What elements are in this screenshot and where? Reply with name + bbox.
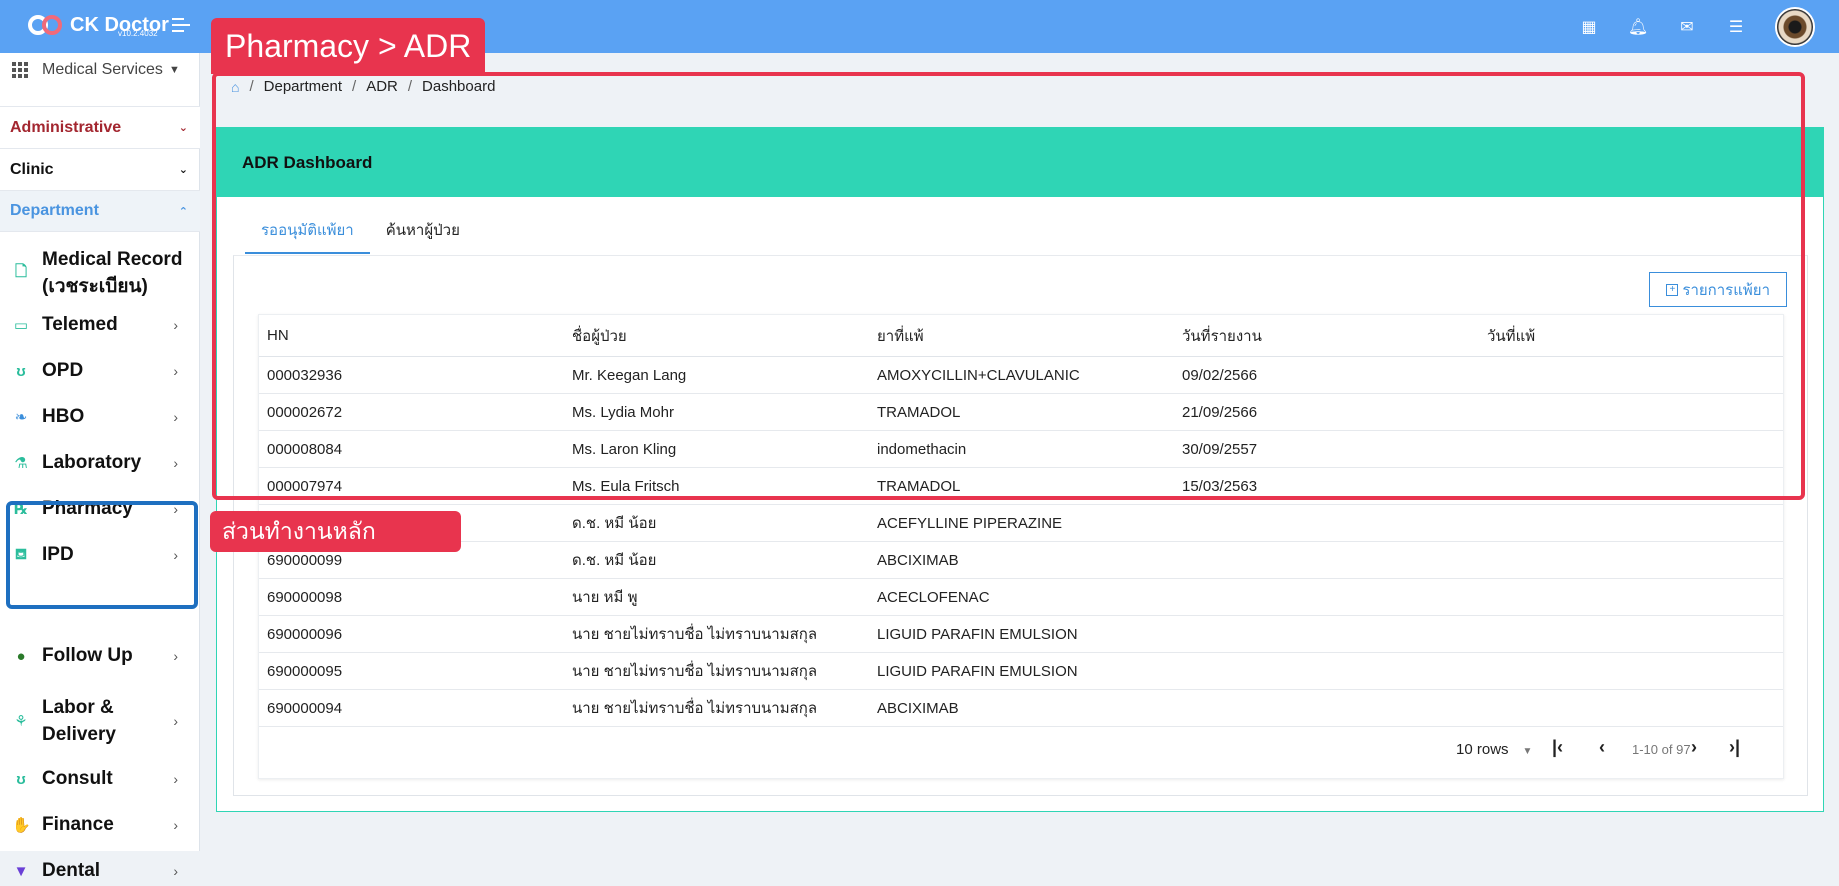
video-icon: ▭ (13, 317, 29, 334)
table-cell: นาย หมี พู (572, 589, 638, 606)
sidebar-item-labor-delivery[interactable]: ⚘ Labor & Delivery › (0, 693, 200, 749)
rows-per-page-select[interactable]: 10 rows ▼ (1456, 741, 1532, 758)
stethoscope-icon: ʊ (16, 362, 26, 380)
apps-grid-icon[interactable]: ▦ (1579, 17, 1599, 37)
sidebar-item-dental[interactable]: ▼ Dental › (0, 856, 200, 886)
sidebar-item-telemed[interactable]: ▭ Telemed › (0, 310, 200, 340)
table-cell: 690000094 (267, 699, 343, 717)
prev-page-icon[interactable]: ‹ (1599, 737, 1605, 758)
chevron-right-icon: › (173, 317, 178, 333)
table-cell: LIGUID PARAFIN EMULSION (877, 625, 1078, 643)
table-cell: 690000095 (267, 662, 343, 680)
section-label: Department (10, 202, 99, 219)
sidebar-item-label: Medical Record (เวชระเบียน) (42, 249, 183, 297)
chevron-right-icon: › (173, 713, 178, 729)
sidebar-item-opd[interactable]: ʊ OPD › (0, 356, 200, 386)
table-row[interactable]: 690000095 นาย ชายไม่ทราบชื่อ ไม่ทราบนามสก… (259, 653, 1783, 690)
file-icon: 🗋 (14, 262, 28, 280)
stethoscope-icon: ʊ (16, 770, 26, 788)
sidebar-item-follow-up[interactable]: ● Follow Up › (0, 645, 200, 667)
sidebar-item-label: HBO (42, 406, 85, 427)
annotation-pharmacy-box (6, 501, 198, 609)
sidebar-item-laboratory[interactable]: ⚗ Laboratory › (0, 448, 200, 478)
sidebar-item-label: Telemed (42, 314, 118, 335)
table-row[interactable]: ด.ช. หมี น้อย ACEFYLLINE PIPERAZINE (259, 505, 1783, 542)
table-cell: ABCIXIMAB (877, 551, 959, 569)
table-row[interactable]: 690000099 ด.ช. หมี น้อย ABCIXIMAB (259, 542, 1783, 579)
first-page-icon[interactable]: |‹ (1552, 737, 1563, 758)
section-department[interactable]: Department ⌃ (0, 190, 200, 232)
user-avatar[interactable] (1775, 6, 1815, 47)
last-page-icon[interactable]: ›| (1729, 737, 1740, 758)
annotation-title-label: Pharmacy > ADR (211, 18, 486, 74)
chevron-down-icon: ⌄ (178, 164, 188, 176)
hand-coin-icon: ✋ (12, 817, 31, 834)
chevron-right-icon: › (173, 863, 178, 879)
leaf-icon: ❧ (14, 409, 28, 426)
baby-icon: ⚘ (14, 713, 28, 730)
mail-icon[interactable]: ✉ (1677, 17, 1697, 37)
service-selector[interactable]: Medical Services ▼ (12, 61, 180, 79)
chevron-right-icon: › (173, 817, 178, 833)
sidebar-item-label: Follow Up (42, 645, 133, 666)
chevron-right-icon: › (173, 648, 178, 664)
microscope-icon: ⚗ (14, 455, 28, 472)
sidebar-item-label: Finance (42, 814, 114, 835)
bell-icon[interactable]: 🔔︎ (1628, 17, 1648, 37)
sidebar-item-label: Consult (42, 768, 113, 789)
table-cell: ACECLOFENAC (877, 588, 990, 606)
ck-logo-icon (28, 13, 64, 37)
service-selector-label: Medical Services (42, 61, 163, 78)
table-cell: 690000099 (267, 551, 343, 569)
table-cell: 690000096 (267, 625, 343, 643)
chevron-right-icon: › (173, 409, 178, 425)
sidebar-item-medical-record[interactable]: 🗋 Medical Record (เวชระเบียน) (0, 243, 200, 303)
section-administrative[interactable]: Administrative ⌄ (0, 106, 200, 148)
table-cell: นาย ชายไม่ทราบชื่อ ไม่ทราบนามสกุล (572, 626, 818, 643)
sidebar-item-hbo[interactable]: ❧ HBO › (0, 402, 200, 432)
sidebar-item-label: OPD (42, 360, 84, 381)
sidebar: Medical Services ▼ Administrative ⌄ Clin… (0, 53, 200, 881)
table-cell: 690000098 (267, 588, 343, 606)
sidebar-item-label: Laboratory (42, 452, 142, 473)
table-row[interactable]: 690000094 นาย ชายไม่ทราบชื่อ ไม่ทราบนามสก… (259, 690, 1783, 727)
sidebar-item-label: Labor & Delivery (42, 697, 116, 745)
table-cell: ACEFYLLINE PIPERAZINE (877, 514, 1063, 532)
table-cell: ABCIXIMAB (877, 699, 959, 717)
table-cell: นาย ชายไม่ทราบชื่อ ไม่ทราบนามสกุล (572, 663, 818, 680)
table-cell: ด.ช. หมี น้อย (572, 552, 657, 569)
apps-grid-icon (12, 62, 28, 78)
next-page-icon[interactable]: › (1691, 737, 1697, 758)
table-row[interactable]: 690000096 นาย ชายไม่ทราบชื่อ ไม่ทราบนามสก… (259, 616, 1783, 653)
chevron-right-icon: › (173, 455, 178, 471)
sidebar-item-label: Dental (42, 860, 101, 881)
annotation-main-area-label: ส่วนทำงานหลัก (210, 511, 461, 552)
table-cell: ด.ช. หมี น้อย (572, 515, 657, 532)
tooth-icon: ▼ (13, 862, 29, 880)
person-icon: ● (16, 647, 26, 665)
annotation-main-area-box (212, 72, 1805, 500)
sidebar-item-finance[interactable]: ✋ Finance › (0, 810, 200, 840)
table-cell: นาย ชายไม่ทราบชื่อ ไม่ทราบนามสกุล (572, 700, 818, 717)
section-label: Administrative (10, 118, 122, 136)
caret-down-icon: ▼ (1522, 746, 1533, 757)
caret-down-icon: ▼ (168, 64, 180, 76)
menu-toggle-icon[interactable] (172, 18, 190, 36)
section-clinic[interactable]: Clinic ⌄ (0, 148, 200, 190)
table-row[interactable]: 690000098 นาย หมี พู ACECLOFENAC (259, 579, 1783, 616)
sidebar-item-consult[interactable]: ʊ Consult › (0, 764, 200, 794)
pagination: 10 rows ▼ |‹ ‹ 1-10 of 97 › ›| (259, 725, 1783, 775)
chevron-up-icon: ⌃ (178, 205, 188, 218)
chevron-down-icon: ⌄ (178, 122, 188, 134)
section-label: Clinic (10, 160, 54, 178)
page-range: 1-10 of 97 (1632, 742, 1691, 757)
chevron-right-icon: › (173, 363, 178, 379)
table-cell: LIGUID PARAFIN EMULSION (877, 662, 1078, 680)
chevron-right-icon: › (173, 771, 178, 787)
app-version: v10.2.4032 (118, 29, 158, 38)
checklist-icon[interactable]: ☰ (1726, 17, 1746, 37)
